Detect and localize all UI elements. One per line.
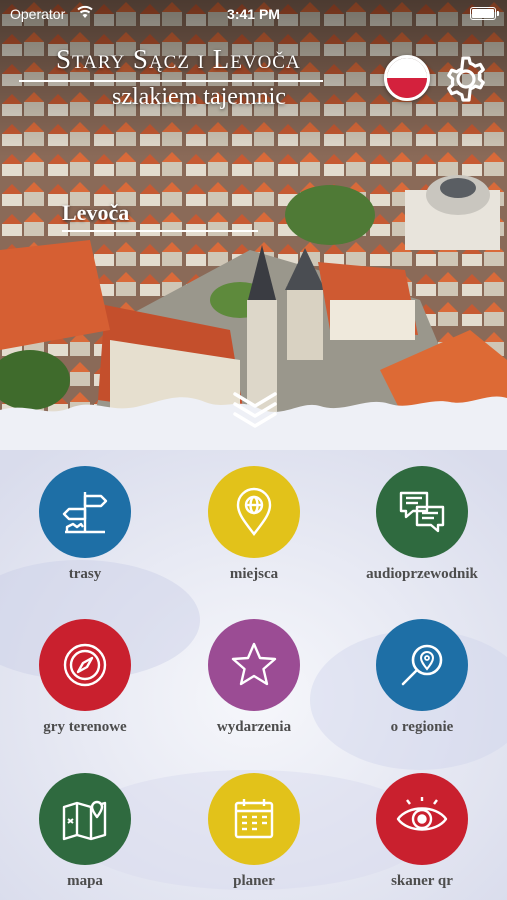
menu-label: gry terenowe: [43, 719, 127, 735]
menu-item-gry-terenowe[interactable]: gry terenowe: [10, 603, 160, 743]
menu-item-miejsca[interactable]: miejsca: [179, 450, 329, 590]
eye-icon: [376, 773, 468, 865]
map-pin-icon: [208, 466, 300, 558]
menu-item-mapa[interactable]: mapa: [10, 757, 160, 897]
menu-label: mapa: [67, 873, 103, 889]
menu-item-skaner-qr[interactable]: skaner qr: [347, 757, 497, 897]
menu-label: planer: [233, 873, 275, 889]
location-divider: [62, 230, 258, 232]
app-subtitle: szlakiem tajemnic: [112, 84, 286, 110]
menu-label: o regionie: [390, 719, 454, 735]
menu-item-o-regionie[interactable]: o regionie: [347, 603, 497, 743]
compass-icon: [39, 619, 131, 711]
menu-item-audioprzewodnik[interactable]: audioprzewodnik: [347, 450, 497, 590]
chat-bubbles-icon: [376, 466, 468, 558]
menu-label: wydarzenia: [216, 719, 292, 735]
gear-icon[interactable]: [441, 54, 491, 104]
signpost-icon: [39, 466, 131, 558]
menu-label: miejsca: [229, 566, 279, 582]
star-icon: [208, 619, 300, 711]
folded-map-icon: [39, 773, 131, 865]
location-label: Levoča: [62, 200, 130, 225]
menu-item-trasy[interactable]: trasy: [10, 450, 160, 590]
main-menu: trasy miejsca audioprzewodnik gry tereno…: [0, 450, 507, 900]
menu-item-wydarzenia[interactable]: wydarzenia: [179, 603, 329, 743]
menu-label: skaner qr: [391, 873, 453, 889]
title-divider: [19, 80, 323, 82]
battery-icon: [470, 7, 499, 20]
app-title: Stary Sącz i Levoča: [56, 44, 301, 74]
menu-label: audioprzewodnik: [366, 566, 478, 582]
menu-item-planer[interactable]: planer: [179, 757, 329, 897]
poland-flag-icon[interactable]: [384, 55, 430, 101]
menu-label: trasy: [68, 566, 102, 582]
double-chevron-down-icon[interactable]: [229, 388, 281, 430]
magnifier-pin-icon: [376, 619, 468, 711]
clock: 3:41 PM: [227, 6, 280, 22]
status-bar: Operator 3:41 PM: [0, 0, 507, 28]
calendar-icon: [208, 773, 300, 865]
